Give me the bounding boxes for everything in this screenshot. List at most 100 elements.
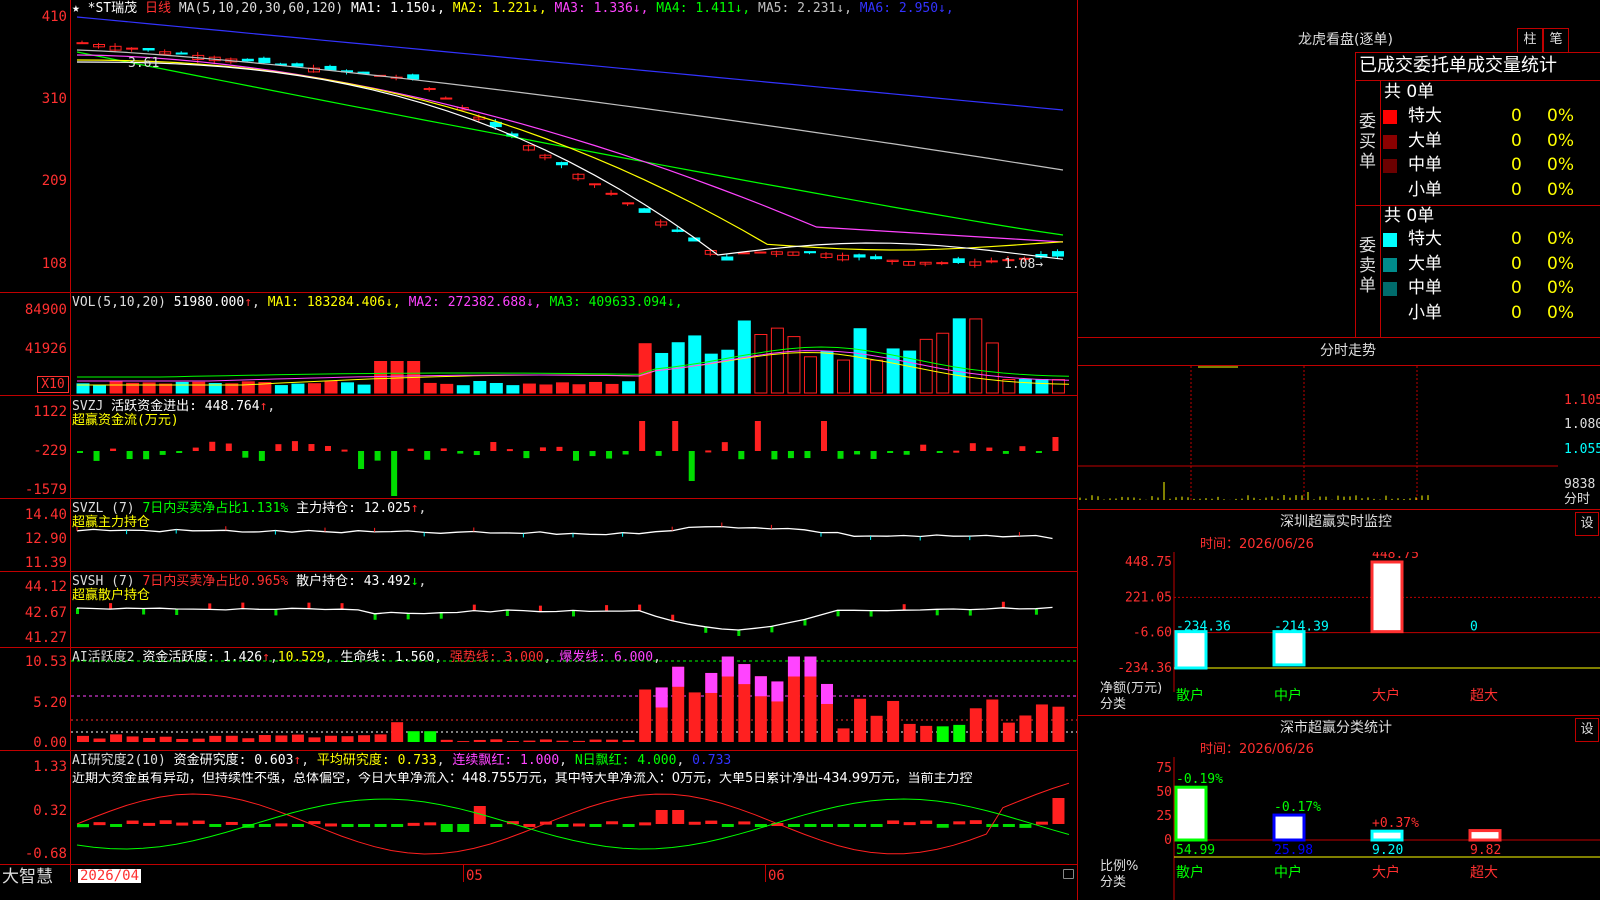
price-y-tick: 310 [41,91,67,107]
research-bar [341,824,354,827]
money-flow-bar [837,451,844,459]
money-flow-bar [209,441,216,451]
activity-bar [93,738,106,742]
volume-bar [473,380,487,394]
money-flow-bar [225,443,232,451]
monitor-y-label: 净额(万元) [1100,681,1163,696]
money-flow-bar [870,451,877,459]
stats-category: 中户 [1274,864,1302,881]
research-bar [225,821,238,825]
monitor-settings-button[interactable]: 设 [1575,512,1599,536]
buy-total: 共 0单 [1384,82,1435,102]
sell-row-pct: 0% [1547,229,1574,249]
price-y-tick: 108 [41,256,67,272]
time-axis-divider [0,864,1078,865]
research-bar [77,824,89,828]
svsh-tick [406,613,410,620]
buy-row-name: 小单 [1408,179,1442,200]
time-axis-start[interactable]: 2026/04 [78,869,142,883]
money-flow-bar [754,421,761,451]
svzj-y-tick: -1579 [24,482,67,498]
activity-bar [126,736,139,742]
ai1-y-tick: 0.00 [33,735,67,751]
sell-row-qty: 0 [1511,253,1522,274]
vol-unit-badge[interactable]: X10 [37,376,69,393]
money-flow-bar [953,450,960,453]
volume-bar [1018,379,1032,394]
activity-bar [176,738,189,742]
research-bar [854,824,867,827]
stats-settings-button[interactable]: 设 [1575,718,1599,742]
volume-bar [589,381,603,394]
money-flow-bar [688,451,695,481]
research-bar [490,824,503,827]
legend-swatch [1383,110,1397,124]
intraday-chart[interactable] [1078,366,1558,502]
activity-bar [870,715,883,742]
stats-bar [1272,813,1306,842]
legend-swatch [1383,257,1397,272]
activity-bar [391,722,404,742]
intraday-vol-tick: 9838 [1564,477,1596,492]
stats-value-label: 54.99 [1176,843,1215,858]
money-flow-bar [738,451,745,460]
activity-bar [159,736,172,742]
research-bar [655,810,668,824]
activity-bar [539,739,552,742]
research-bar [110,824,123,827]
research-bar [275,823,288,827]
intraday-tick: 1.105 [1564,393,1600,408]
svsh-tick [638,604,642,611]
activity-bar [473,739,486,742]
svsh-tick [935,609,939,616]
money-flow-bar [787,451,794,459]
activity-bar [523,740,536,742]
candle-body [241,58,254,62]
sell-row-name: 大单 [1408,253,1442,274]
activity-bar [291,734,304,742]
candle-body [853,254,866,258]
buy-row-name: 大单 [1408,130,1442,151]
sell-row-qty: 0 [1511,229,1522,249]
svzj-y-tick: -229 [33,443,67,459]
money-flow-bar [821,421,827,451]
activity-bar-top [738,664,751,685]
volume-bar [109,380,123,394]
svsh-tick [902,604,906,611]
tab-bar-chart[interactable]: 柱 [1517,28,1543,53]
money-flow-bar [606,451,613,459]
svsh-tick [307,602,311,609]
candlestick-chart[interactable] [71,0,1077,292]
svsh-tick [803,619,807,626]
research-bar [639,822,652,826]
volume-bar [489,382,503,394]
money-flow-bar [341,449,348,452]
month-tick [765,864,766,882]
volume-bar [307,383,321,394]
research-bar [589,824,602,827]
money-flow-bar [374,451,381,461]
candle-body [985,260,998,263]
money-flow-bar [523,451,530,459]
money-flow-bar [573,451,579,461]
activity-bar [573,740,585,742]
money-flow-bar [176,451,183,453]
volume-bar [605,383,619,394]
money-flow-bar [143,451,150,460]
money-flow-bar [308,444,315,451]
lock-icon[interactable] [1063,869,1074,879]
monitor-category: 散户 [1176,687,1204,704]
svsh-tick [373,613,377,620]
sell-total: 共 0单 [1384,206,1435,226]
candle-body [936,262,949,265]
money-flow-bar [639,421,646,451]
research-bar [870,824,883,827]
stats-x-label: 分类 [1100,875,1127,890]
svsh-tick [968,609,972,616]
tab-tick-list[interactable]: 笔 [1543,28,1569,53]
activity-bar [953,724,966,742]
research-bar [1002,824,1015,828]
candle-body [423,88,436,91]
monitor-x-label: 分类 [1100,697,1127,712]
volume-bar [638,343,652,394]
